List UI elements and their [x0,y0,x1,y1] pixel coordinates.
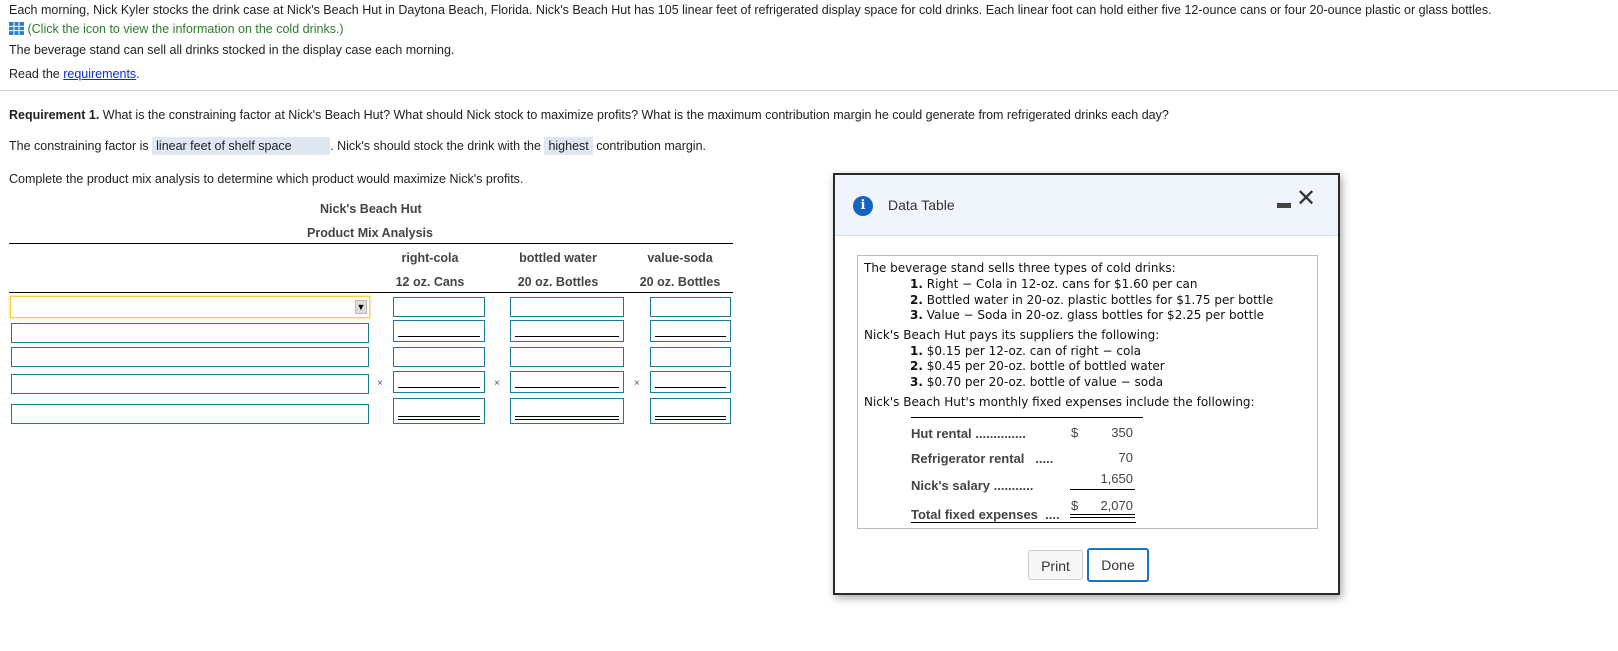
fixed-row-label: Refrigerator rental ..... [911,451,1054,466]
total-double-rule [1070,517,1135,518]
row-4-label-input[interactable] [11,374,369,394]
row-3-bottled-water-input[interactable] [510,347,624,367]
sells-item: 1. Right − Cola in 12-oz. cans for $1.60… [910,277,1198,291]
row-2-right-cola-input[interactable] [393,320,485,342]
fixed-row-value: 350 [1111,425,1133,440]
stock-prefix: . Nick's should stock the drink with the [330,139,541,153]
col-header-value-soda: value-soda [647,251,713,265]
col-unit-bottled-water: 20 oz. Bottles [517,275,599,289]
row-5-value-soda-input[interactable] [650,398,731,424]
row-4-value-soda-input[interactable] [650,371,731,393]
fixed-row-value: 70 [1118,450,1133,465]
read-requirements: Read the requirements. [9,67,140,81]
pays-item: 1. $0.15 per 12-oz. can of right − cola [910,344,1141,358]
cold-drinks-info-link[interactable]: (Click the icon to view the information … [9,22,344,36]
item-text: $0.15 per 12-oz. can of right − cola [922,344,1142,358]
print-button[interactable]: Print [1028,550,1083,580]
fixed-row-value: 1,650 [1100,471,1133,486]
pays-item: 2. $0.45 per 20-oz. bottle of bottled wa… [910,359,1165,373]
row-1-value-soda-input[interactable] [650,297,731,317]
constraint-prefix: The constraining factor is [9,139,149,153]
intro-text: Each morning, Nick Kyler stocks the drin… [9,3,1492,17]
fixed-row-label: Nick's salary ........... [911,478,1034,493]
close-icon[interactable]: ✕ [1296,187,1316,211]
sells-intro: The beverage stand sells three types of … [864,261,1176,275]
row-4-right-cola-input[interactable] [393,371,485,393]
item-number: 2. [910,293,923,307]
pm-header-rule [9,292,733,293]
row-2-value-soda-input[interactable] [650,320,731,342]
cold-drinks-info-text[interactable]: (Click the icon to view the information … [27,22,343,36]
dialog-content: The beverage stand sells three types of … [857,255,1318,529]
pays-intro: Nick's Beach Hut pays its suppliers the … [864,328,1160,342]
dialog-header: i Data Table ✕ [835,175,1338,236]
fixed-row-dollar: $ [1071,425,1079,440]
row-2-bottled-water-input[interactable] [510,320,624,342]
row-1-label-select[interactable]: ▼ [10,296,370,318]
total-double-rule [1070,514,1135,515]
read-prefix: Read the [9,67,64,81]
constraint-sentence: The constraining factor is linear feet o… [9,137,706,155]
row-5-right-cola-input[interactable] [393,398,485,424]
divider [0,90,1618,91]
pm-top-rule [9,243,733,244]
row-1-bottled-water-input[interactable] [510,297,624,317]
times-sign: × [494,378,500,389]
row-3-label-input[interactable] [11,347,369,367]
constraining-factor-answer[interactable]: linear feet of shelf space [152,137,331,155]
minimize-icon[interactable] [1277,203,1291,208]
pm-title-report: Product Mix Analysis [307,226,433,240]
row-1-right-cola-input[interactable] [393,297,485,317]
item-text: Value − Soda in 20-oz. glass bottles for… [922,308,1265,322]
requirements-link[interactable]: requirements [63,67,136,81]
row-2-label-input[interactable] [11,323,369,343]
subtotal-rule [1070,489,1135,490]
col-unit-right-cola: 12 oz. Cans [395,275,465,289]
col-unit-value-soda: 20 oz. Bottles [639,275,721,289]
read-suffix: . [136,67,140,81]
item-text: $0.70 per 20-oz. bottle of value − soda [922,375,1164,389]
dropdown-arrow-icon[interactable]: ▼ [355,300,367,314]
total-row-label: Total fixed expenses .... [911,507,1060,522]
fixed-row-label: Hut rental .............. [911,426,1026,441]
table-icon[interactable] [9,22,24,35]
times-sign: × [377,378,383,389]
item-text: $0.45 per 20-oz. bottle of bottled water [922,359,1165,373]
row-3-right-cola-input[interactable] [393,347,485,367]
item-text: Right − Cola in 12-oz. cans for $1.60 pe… [922,277,1198,291]
row-5-label-input[interactable] [11,404,369,424]
row-5-bottled-water-input[interactable] [510,398,624,424]
pays-item: 3. $0.70 per 20-oz. bottle of value − so… [910,375,1163,389]
item-number: 2. [910,359,923,373]
fixed-intro: Nick's Beach Hut's monthly fixed expense… [864,395,1255,409]
data-table-dialog: i Data Table ✕ The beverage stand sells … [833,173,1340,595]
row-3-value-soda-input[interactable] [650,347,731,367]
col-header-right-cola: right-cola [401,251,459,265]
done-button[interactable]: Done [1087,548,1149,582]
item-text: Bottled water in 20-oz. plastic bottles … [922,293,1274,307]
dialog-title: Data Table [888,197,955,213]
fixed-table-top-rule [911,417,1143,418]
total-dollar: $ [1071,498,1079,513]
times-sign: × [634,378,640,389]
item-number: 1. [910,277,923,291]
requirement-label: Requirement 1. [9,108,100,122]
requirement-1: Requirement 1. What is the constraining … [9,108,1169,122]
sells-item: 2. Bottled water in 20-oz. plastic bottl… [910,293,1273,307]
pm-title-company: Nick's Beach Hut [320,202,422,216]
item-number: 3. [910,308,923,322]
col-header-bottled-water: bottled water [519,251,597,265]
fixed-table-bottom-rule [911,522,1136,523]
total-value: 2,070 [1100,498,1133,513]
sell-all-text: The beverage stand can sell all drinks s… [9,43,455,57]
stock-suffix: contribution margin. [596,139,707,153]
info-icon: i [853,196,873,216]
row-4-bottled-water-input[interactable] [510,371,624,393]
item-number: 1. [910,344,923,358]
instruction-text: Complete the product mix analysis to det… [9,172,524,186]
stock-answer[interactable]: highest [544,137,593,155]
sells-item: 3. Value − Soda in 20-oz. glass bottles … [910,308,1264,322]
requirement-question: What is the constraining factor at Nick'… [99,108,1169,122]
item-number: 3. [910,375,923,389]
